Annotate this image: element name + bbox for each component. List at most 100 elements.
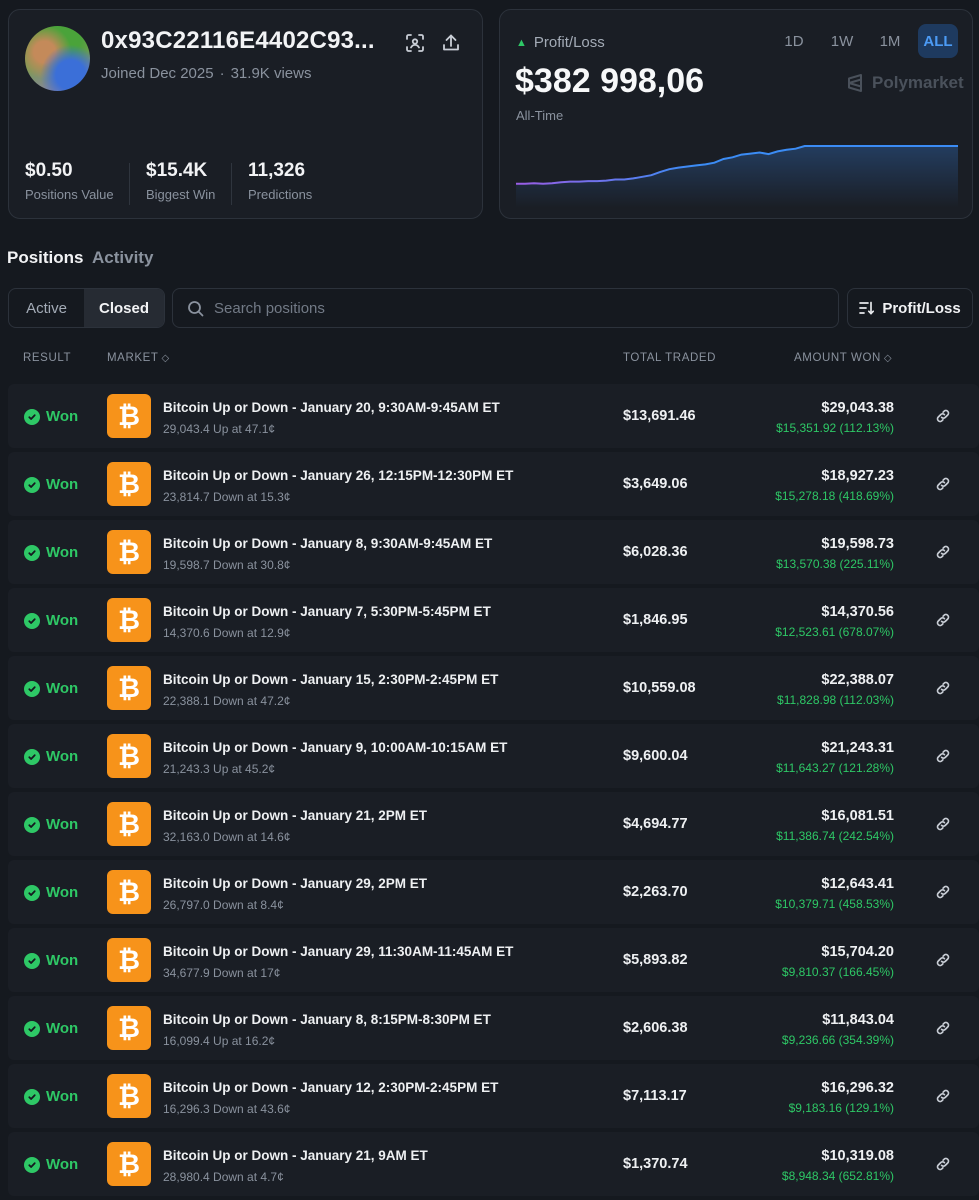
profit-amount: $15,278.18 (418.69%) [775,489,894,503]
total-traded: $6,028.36 [623,544,688,560]
tab-activity[interactable]: Activity [92,248,153,268]
link-icon[interactable] [934,951,952,969]
market-title[interactable]: Bitcoin Up or Down - January 21, 2PM ET [163,808,427,823]
polymarket-brand: Polymarket [846,73,964,93]
stat-label: Positions Value [25,187,114,202]
table-row[interactable]: Won ₿ Bitcoin Up or Down - January 9, 10:0… [8,724,979,788]
result-label: Won [46,1088,79,1105]
amount-won: $12,643.41 [821,876,894,892]
check-circle-icon [24,544,40,561]
total-traded: $7,113.17 [623,1088,687,1104]
pnl-value: $382 998,06 [515,62,705,100]
range-all-button[interactable]: ALL [918,24,958,58]
result-label: Won [46,476,79,493]
polymarket-logo-icon [848,74,862,92]
amount-won: $14,370.56 [821,604,894,620]
bitcoin-icon: ₿ [107,462,151,506]
total-traded: $13,691.46 [623,408,696,424]
view-count: 31.9K views [230,65,312,82]
link-icon[interactable] [934,611,952,629]
amount-won: $18,927.23 [821,468,894,484]
market-title[interactable]: Bitcoin Up or Down - January 20, 9:30AM-… [163,400,500,415]
market-title[interactable]: Bitcoin Up or Down - January 7, 5:30PM-5… [163,604,491,619]
position-detail: 23,814.7 Down at 15.3¢ [163,490,291,504]
result-badge: Won [24,1088,78,1105]
wallet-address: 0x93C22116E4402C93... [101,27,375,54]
market-title[interactable]: Bitcoin Up or Down - January 29, 11:30AM… [163,944,513,959]
filter-active-button[interactable]: Active [9,289,84,327]
column-result: RESULT [23,352,72,364]
filter-closed-button[interactable]: Closed [84,289,164,327]
link-icon[interactable] [934,883,952,901]
column-amount-won[interactable]: AMOUNT WON ◇ [794,352,892,364]
profit-amount: $11,386.74 (242.54%) [776,829,894,843]
table-row[interactable]: Won ₿ Bitcoin Up or Down - January 8, 9:30… [8,520,979,584]
position-detail: 34,677.9 Down at 17¢ [163,966,281,980]
check-circle-icon [24,816,40,833]
scan-icon[interactable] [404,32,426,54]
amount-won: $21,243.31 [821,740,894,756]
market-title[interactable]: Bitcoin Up or Down - January 21, 9AM ET [163,1148,428,1163]
market-title[interactable]: Bitcoin Up or Down - January 8, 9:30AM-9… [163,536,492,551]
column-market[interactable]: MARKET ◇ [107,352,170,364]
total-traded: $9,600.04 [623,748,688,764]
bitcoin-icon: ₿ [107,802,151,846]
sort-button[interactable]: Profit/Loss [847,288,973,328]
market-title[interactable]: Bitcoin Up or Down - January 12, 2:30PM-… [163,1080,498,1095]
range-1d-button[interactable]: 1D [776,24,812,58]
check-circle-icon [24,612,40,629]
link-icon[interactable] [934,747,952,765]
profile-meta: Joined Dec 2025 · 31.9K views [101,65,311,82]
total-traded: $1,846.95 [623,612,688,628]
amount-won: $19,598.73 [821,536,894,552]
brand-name: Polymarket [872,73,964,92]
table-row[interactable]: Won ₿ Bitcoin Up or Down - January 26, 12:… [8,452,979,516]
link-icon[interactable] [934,815,952,833]
link-icon[interactable] [934,679,952,697]
position-detail: 14,370.6 Down at 12.9¢ [163,626,291,640]
table-row[interactable]: Won ₿ Bitcoin Up or Down - January 15, 2:3… [8,656,979,720]
result-label: Won [46,816,79,833]
link-icon[interactable] [934,1087,952,1105]
market-title[interactable]: Bitcoin Up or Down - January 26, 12:15PM… [163,468,513,483]
result-label: Won [46,544,79,561]
column-amount-won-label: AMOUNT WON [794,352,881,364]
tab-positions[interactable]: Positions [7,248,84,268]
table-row[interactable]: Won ₿ Bitcoin Up or Down - January 20, 9:3… [8,384,979,448]
profit-amount: $9,183.16 (129.1%) [788,1101,894,1115]
market-title[interactable]: Bitcoin Up or Down - January 8, 8:15PM-8… [163,1012,491,1027]
market-title[interactable]: Bitcoin Up or Down - January 15, 2:30PM-… [163,672,498,687]
link-icon[interactable] [934,407,952,425]
result-badge: Won [24,816,78,833]
position-detail: 26,797.0 Down at 8.4¢ [163,898,284,912]
link-icon[interactable] [934,543,952,561]
table-row[interactable]: Won ₿ Bitcoin Up or Down - January 12, 2:3… [8,1064,979,1128]
table-row[interactable]: Won ₿ Bitcoin Up or Down - January 21, 2PM… [8,792,979,856]
search-input[interactable] [214,299,814,317]
range-1w-button[interactable]: 1W [822,24,862,58]
range-1m-button[interactable]: 1M [870,24,910,58]
bitcoin-icon: ₿ [107,1142,151,1186]
market-title[interactable]: Bitcoin Up or Down - January 9, 10:00AM-… [163,740,507,755]
bitcoin-icon: ₿ [107,734,151,778]
link-icon[interactable] [934,1155,952,1173]
total-traded: $2,606.38 [623,1020,688,1036]
check-circle-icon [24,408,40,425]
result-label: Won [46,952,79,969]
table-row[interactable]: Won ₿ Bitcoin Up or Down - January 21, 9AM… [8,1132,979,1196]
result-badge: Won [24,680,78,697]
table-row[interactable]: Won ₿ Bitcoin Up or Down - January 8, 8:15… [8,996,979,1060]
table-row[interactable]: Won ₿ Bitcoin Up or Down - January 7, 5:30… [8,588,979,652]
market-title[interactable]: Bitcoin Up or Down - January 29, 2PM ET [163,876,427,891]
profit-amount: $9,236.66 (354.39%) [781,1033,894,1047]
profit-amount: $8,948.34 (652.81%) [781,1169,894,1183]
check-circle-icon [24,884,40,901]
link-icon[interactable] [934,475,952,493]
position-detail: 16,099.4 Up at 16.2¢ [163,1034,276,1048]
stat-value: $0.50 [25,160,73,181]
link-icon[interactable] [934,1019,952,1037]
table-row[interactable]: Won ₿ Bitcoin Up or Down - January 29, 11:… [8,928,979,992]
share-icon[interactable] [440,32,462,54]
table-row[interactable]: Won ₿ Bitcoin Up or Down - January 29, 2PM… [8,860,979,924]
result-badge: Won [24,544,78,561]
